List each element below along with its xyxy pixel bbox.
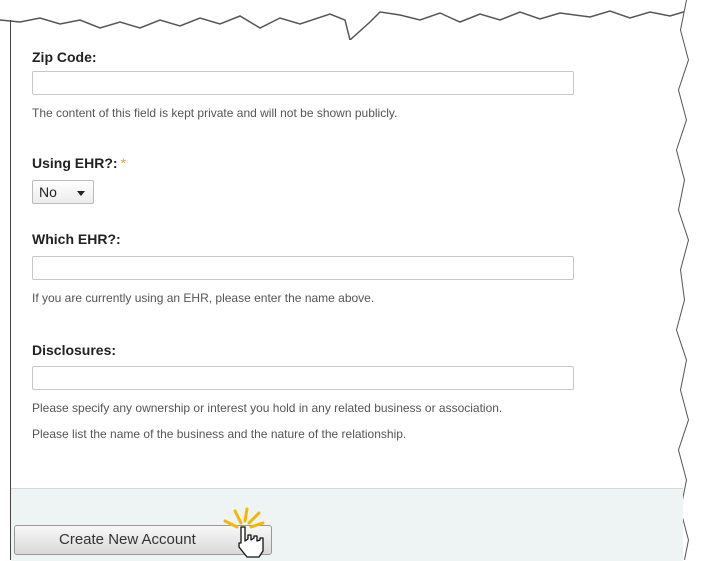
create-account-button-label: Create New Account [59, 531, 196, 548]
hand-pointer-icon [223, 507, 265, 558]
which-ehr-label: Which EHR?: [32, 231, 121, 247]
using-ehr-label-text: Using EHR?: [32, 155, 118, 171]
which-ehr-help: If you are currently using an EHR, pleas… [32, 291, 375, 305]
required-marker: * [120, 155, 127, 171]
using-ehr-select[interactable]: No [32, 180, 94, 204]
disclosures-help-line-2: Please list the name of the business and… [32, 427, 407, 441]
zip-code-help: The content of this field is kept privat… [32, 106, 398, 120]
using-ehr-selected-value: No [39, 184, 57, 200]
chevron-down-icon [77, 191, 85, 196]
using-ehr-label: Using EHR?: * [32, 155, 126, 171]
zip-code-label: Zip Code: [32, 49, 97, 65]
registration-form: Zip Code: The content of this field is k… [11, 0, 683, 561]
disclosures-input[interactable] [32, 366, 574, 390]
disclosures-label: Disclosures: [32, 342, 117, 358]
disclosures-help-line-1: Please specify any ownership or interest… [32, 401, 503, 415]
form-actions: Create New Account [11, 488, 683, 561]
zip-code-input[interactable] [32, 71, 574, 95]
which-ehr-input[interactable] [32, 256, 574, 280]
